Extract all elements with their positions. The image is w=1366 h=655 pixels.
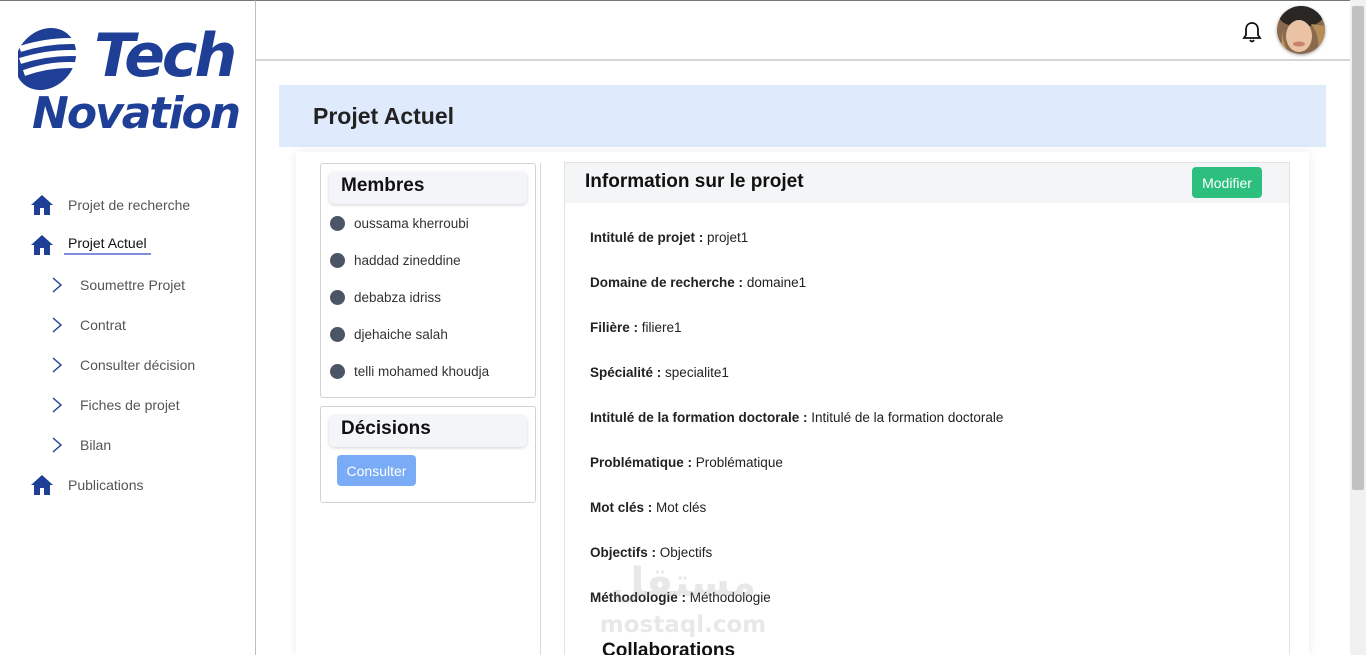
user-avatar[interactable] (1277, 6, 1325, 54)
consulter-button[interactable]: Consulter (337, 455, 416, 486)
logo-text-novation: Novation (32, 88, 241, 139)
field-specialite: Spécialité : specialite1 (590, 365, 729, 380)
field-value: Méthodologie (689, 590, 771, 605)
field-problematique: Problématique : Problématique (590, 455, 783, 470)
chevron-right-icon (52, 437, 63, 453)
members-panel: Membres oussama kherroubi haddad zineddi… (320, 163, 536, 398)
field-value: domaine1 (746, 275, 807, 290)
field-label: Méthodologie : (590, 590, 686, 605)
sidebar-subitem-contrat[interactable]: Contrat (50, 313, 126, 337)
sidebar-item-label: Projet de recherche (68, 197, 191, 213)
member-dot-icon (330, 289, 345, 305)
member-name: oussama kherroubi (354, 215, 469, 231)
sidebar-item-publications[interactable]: Publications (30, 473, 144, 497)
member-item: haddad zineddine (330, 251, 461, 269)
collaborations-title: Collaborations (602, 640, 736, 655)
sidebar-subitem-label: Bilan (80, 437, 112, 453)
decisions-panel: Décisions Consulter (320, 406, 536, 503)
chevron-right-icon (52, 277, 63, 293)
project-info-header: Information sur le projet Modifier (565, 163, 1289, 203)
field-intitule-projet: Intitulé de projet : projet1 (590, 230, 748, 245)
members-title: Membres (329, 172, 527, 204)
page-header: Projet Actuel (279, 85, 1326, 147)
member-name: telli mohamed khoudja (354, 363, 490, 379)
sidebar-subitem-label: Soumettre Projet (80, 277, 186, 293)
tech-novation-logo: Tech Novation (18, 19, 241, 141)
chevron-right-icon (52, 317, 63, 333)
sidebar-subitem-label: Consulter décision (80, 357, 196, 373)
member-item: oussama kherroubi (330, 214, 469, 232)
field-label: Mot clés : (590, 500, 653, 515)
member-name: haddad zineddine (354, 252, 461, 268)
field-value: Objectifs (659, 545, 713, 560)
member-item: djehaiche salah (330, 325, 448, 343)
field-label: Domaine de recherche : (590, 275, 744, 290)
field-domaine-recherche: Domaine de recherche : domaine1 (590, 275, 806, 290)
member-dot-icon (330, 215, 345, 231)
home-icon (31, 195, 53, 215)
field-objectifs: Objectifs : Objectifs (590, 545, 712, 560)
field-value: Problématique (695, 455, 783, 470)
logo-text-tech: Tech (94, 21, 237, 91)
member-dot-icon (330, 326, 345, 342)
field-label: Intitulé de la formation doctorale : (590, 410, 808, 425)
field-label: Intitulé de projet : (590, 230, 704, 245)
avatar-image (1277, 6, 1325, 54)
member-item: debabza idriss (330, 288, 441, 306)
sidebar-subitem-fiches-de-projet[interactable]: Fiches de projet (50, 393, 180, 417)
home-icon (31, 235, 53, 255)
project-info-panel: Information sur le projet Modifier Intit… (564, 162, 1290, 655)
sidebar-item-label: Projet Actuel (64, 235, 151, 255)
project-info-title: Information sur le projet (585, 171, 804, 192)
field-value: filiere1 (641, 320, 682, 335)
member-name: debabza idriss (354, 289, 442, 305)
logo-globe-icon (18, 28, 97, 90)
member-dot-icon (330, 252, 345, 268)
field-label: Filière : (590, 320, 639, 335)
sidebar-item-label: Publications (68, 477, 144, 493)
decisions-title: Décisions (329, 415, 527, 447)
chevron-right-icon (52, 357, 63, 373)
member-dot-icon (330, 363, 345, 379)
member-item: telli mohamed khoudja (330, 362, 489, 380)
page-title: Projet Actuel (313, 103, 455, 129)
sidebar: Tech Novation Projet de recherche Projet… (0, 0, 256, 655)
sidebar-subitem-label: Fiches de projet (80, 397, 180, 413)
field-value: Intitulé de la formation doctorale (811, 410, 1004, 425)
sidebar-subitem-consulter-decision[interactable]: Consulter décision (50, 353, 195, 377)
modifier-button[interactable]: Modifier (1192, 167, 1262, 198)
field-label: Problématique : (590, 455, 693, 470)
sidebar-subitem-bilan[interactable]: Bilan (50, 433, 111, 457)
field-methodologie: Méthodologie : Méthodologie (590, 590, 771, 605)
field-value: specialite1 (665, 365, 729, 380)
field-value: projet1 (707, 230, 749, 245)
sidebar-subitem-label: Contrat (80, 317, 126, 333)
home-icon (31, 475, 53, 495)
topbar (256, 0, 1350, 61)
field-formation-doctorale: Intitulé de la formation doctorale : Int… (590, 410, 1003, 425)
field-mot-cles: Mot clés : Mot clés (590, 500, 706, 515)
sidebar-subitem-soumettre-projet[interactable]: Soumettre Projet (50, 273, 185, 297)
scrollbar-thumb[interactable] (1352, 6, 1364, 490)
field-label: Objectifs : (590, 545, 657, 560)
field-value: Mot clés (656, 500, 707, 515)
sidebar-item-projet-actuel[interactable]: Projet Actuel (30, 233, 151, 257)
field-label: Spécialité : (590, 365, 662, 380)
member-name: djehaiche salah (354, 326, 448, 342)
column-divider (540, 163, 541, 655)
sidebar-item-projet-de-recherche[interactable]: Projet de recherche (30, 193, 190, 217)
field-filiere: Filière : filiere1 (590, 320, 682, 335)
chevron-right-icon (52, 397, 63, 413)
bell-icon[interactable] (1242, 21, 1262, 43)
